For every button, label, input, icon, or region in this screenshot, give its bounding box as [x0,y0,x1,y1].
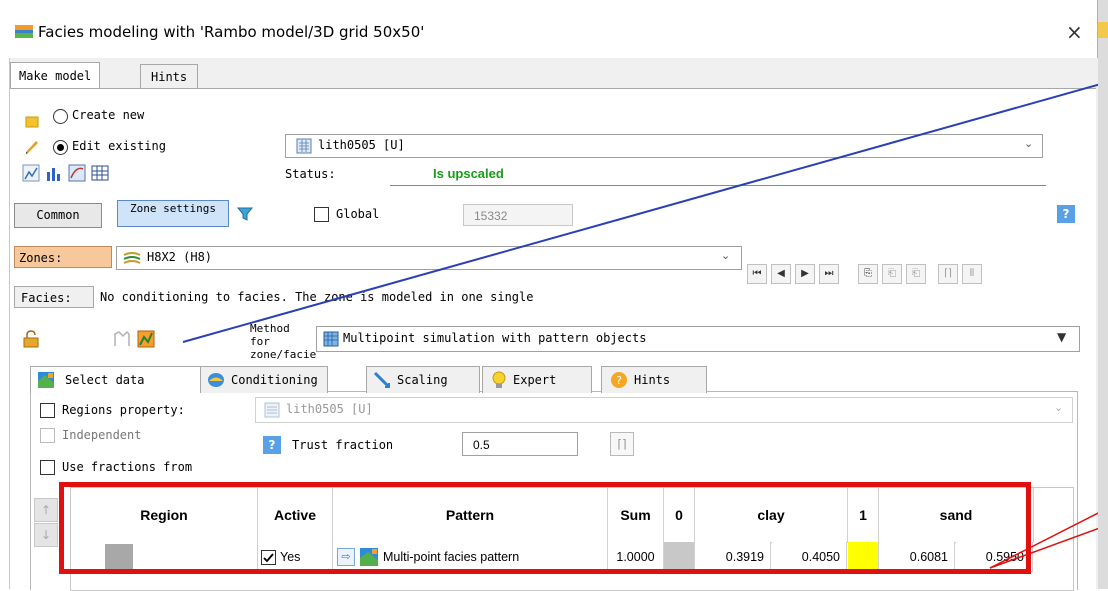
blue-annotation-line [182,81,1108,343]
background-window-edge [1098,0,1108,589]
facies-modeling-dialog: Facies modeling with 'Rambo model/3D gri… [0,0,1108,591]
red-annotation-line-b [989,524,1108,569]
red-annotation-line-a [989,507,1108,569]
background-window-icon [1098,22,1108,38]
annotation-lines [182,81,1108,569]
